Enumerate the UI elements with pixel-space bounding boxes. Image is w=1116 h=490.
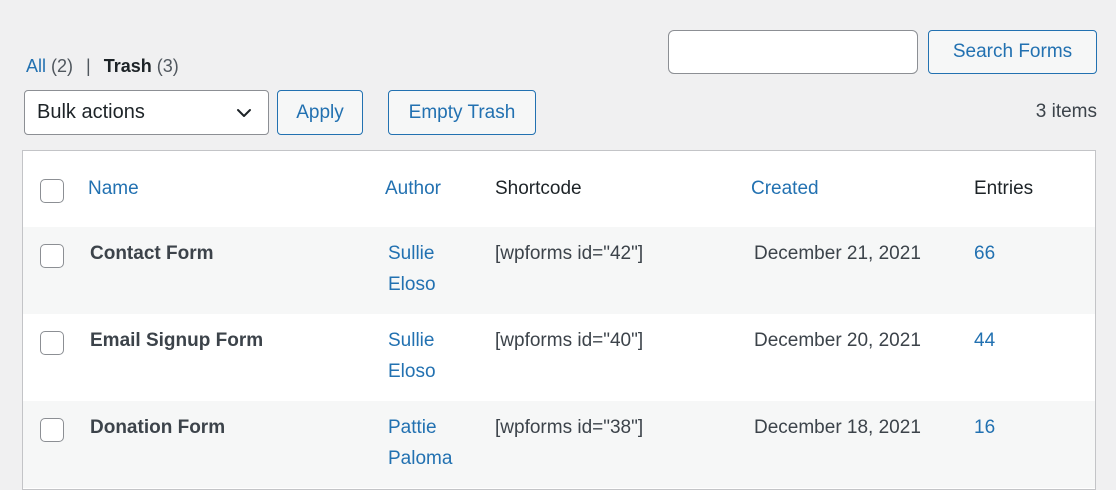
form-author[interactable]: Sullie Eloso (388, 325, 436, 387)
column-entries-header: Entries (974, 178, 1034, 199)
search-input[interactable] (668, 30, 918, 74)
form-created-date: December 18, 2021 (754, 417, 921, 438)
items-count: 3 items (1035, 101, 1097, 122)
author-last-name[interactable]: Paloma (388, 443, 452, 474)
table-header: Name Author Shortcode Created Entries (23, 151, 1095, 228)
row-checkbox[interactable] (40, 331, 64, 355)
select-all-checkbox[interactable] (40, 179, 64, 203)
author-last-name[interactable]: Eloso (388, 356, 436, 387)
bulk-actions-select[interactable]: Bulk actions (24, 90, 269, 135)
form-name[interactable]: Donation Form (90, 412, 225, 443)
empty-trash-button[interactable]: Empty Trash (388, 90, 536, 135)
apply-button[interactable]: Apply (277, 90, 363, 135)
column-name-header[interactable]: Name (88, 173, 139, 204)
table-row: Contact Form Sullie Eloso [wpforms id="4… (23, 227, 1095, 314)
table-row: Email Signup Form Sullie Eloso [wpforms … (23, 314, 1095, 401)
column-shortcode-header: Shortcode (495, 178, 582, 199)
form-name[interactable]: Contact Form (90, 238, 214, 269)
form-created-date: December 20, 2021 (754, 330, 921, 351)
form-entries-count[interactable]: 66 (974, 238, 995, 269)
form-shortcode: [wpforms id="38"] (495, 417, 644, 438)
view-filters: All (2) | Trash (3) (26, 54, 179, 78)
form-author[interactable]: Sullie Eloso (388, 238, 436, 300)
author-first-name[interactable]: Sullie (388, 238, 436, 269)
view-all-label[interactable]: All (26, 56, 46, 76)
chevron-down-icon (237, 109, 251, 117)
form-entries-count[interactable]: 16 (974, 412, 995, 443)
view-separator: | (86, 56, 91, 76)
form-author[interactable]: Pattie Paloma (388, 412, 452, 474)
form-created-date: December 21, 2021 (754, 243, 921, 264)
row-checkbox[interactable] (40, 244, 64, 268)
form-entries-count[interactable]: 44 (974, 325, 995, 356)
row-checkbox[interactable] (40, 418, 64, 442)
column-created-header[interactable]: Created (751, 173, 819, 204)
form-shortcode: [wpforms id="40"] (495, 330, 644, 351)
form-shortcode: [wpforms id="42"] (495, 243, 644, 264)
author-first-name[interactable]: Sullie (388, 325, 436, 356)
view-trash-count: (3) (156, 56, 179, 76)
author-last-name[interactable]: Eloso (388, 269, 436, 300)
view-trash-label[interactable]: Trash (104, 56, 152, 76)
bulk-actions-selected: Bulk actions (37, 101, 145, 123)
view-all-link[interactable]: All (26, 56, 46, 76)
form-name[interactable]: Email Signup Form (90, 325, 263, 356)
column-author-header[interactable]: Author (385, 173, 441, 204)
view-all-count: (2) (51, 56, 74, 76)
author-first-name[interactable]: Pattie (388, 412, 452, 443)
search-forms-button[interactable]: Search Forms (928, 30, 1097, 74)
table-row: Donation Form Pattie Paloma [wpforms id=… (23, 401, 1095, 488)
forms-table: Name Author Shortcode Created Entries Co… (22, 150, 1096, 490)
